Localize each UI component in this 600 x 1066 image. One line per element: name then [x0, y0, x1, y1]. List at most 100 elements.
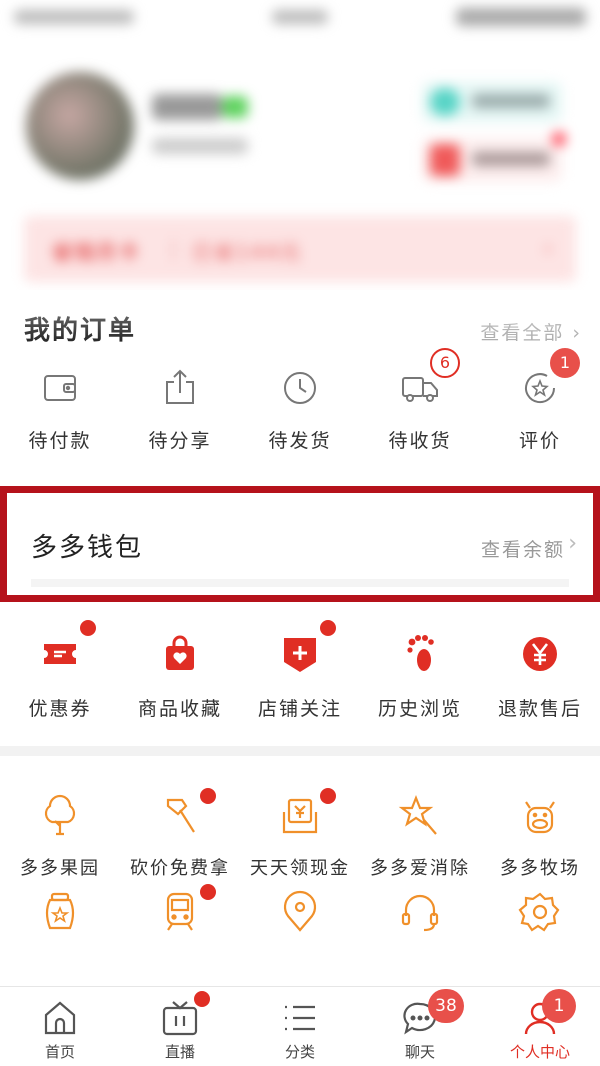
grid-item-train[interactable] [120, 866, 240, 976]
view-all-orders-link[interactable]: 查看全部 › [480, 318, 582, 345]
live-tv-icon [162, 1001, 198, 1036]
status-bar [0, 0, 600, 40]
tab-live[interactable]: 直播 [120, 987, 240, 1066]
badge-count: 1 [550, 348, 580, 378]
notification-dot [200, 788, 216, 804]
tab-label: 分类 [284, 1043, 315, 1061]
carrier-info [14, 10, 134, 24]
share-icon [166, 369, 194, 404]
order-review[interactable]: 评价 1 [480, 348, 600, 468]
grid-item-daily-cash[interactable]: 天天领现金 [240, 756, 360, 879]
notification-dot [320, 620, 336, 636]
month-card-banner[interactable]: 省钱月卡 | 已省144元 › [24, 216, 576, 282]
chevron-right-icon: › [568, 531, 577, 556]
tree-icon [44, 794, 76, 836]
tab-label: 聊天 [404, 1043, 435, 1061]
grid-item-orchard[interactable]: 多多果园 [0, 756, 120, 879]
order-pending-share[interactable]: 待分享 [120, 368, 240, 468]
avatar[interactable] [26, 72, 134, 180]
notification-dot [80, 620, 96, 636]
orders-title: 我的订单 [24, 316, 137, 346]
month-card-separator: | [170, 236, 179, 260]
favorites-bag-icon [166, 635, 194, 670]
store-follow-entry[interactable]: 店铺关注 [240, 616, 360, 736]
grid-item-bargain[interactable]: 砍价免费拿 [120, 756, 240, 879]
my-orders-section: 我的订单 查看全部 › 待付款 待分享 待发货 待收货 6 评价 1 [0, 290, 600, 486]
order-label: 待付款 [28, 430, 92, 452]
tab-chat[interactable]: 38 聊天 [360, 987, 480, 1066]
tab-label: 首页 [44, 1043, 75, 1061]
notification-dot [194, 991, 210, 1007]
user-badge [222, 96, 248, 118]
order-label: 待发货 [268, 430, 332, 452]
order-pending-shipment[interactable]: 待发货 [240, 368, 360, 468]
grid-item-location[interactable] [240, 866, 360, 976]
mini-program-grid: 多多果园 砍价免费拿 天天领现金 多多爱消除 多多牧场 [0, 756, 600, 986]
service-label: 优惠券 [28, 698, 92, 720]
grid-item-settings[interactable] [480, 866, 600, 976]
tab-label: 个人中心 [509, 1043, 570, 1061]
duoduo-wallet-row[interactable]: 多多钱包 查看余额 › [0, 486, 600, 602]
blurred-profile-area: 省钱月卡 | 已省144元 › [0, 0, 600, 290]
bottom-tab-bar: 首页 直播 分类 38 聊天 1 个人中心 [0, 986, 600, 1066]
notification-dot [320, 788, 336, 804]
coupon-entry[interactable]: 优惠券 [0, 616, 120, 736]
refund-yen-icon [523, 637, 557, 671]
order-pending-receipt[interactable]: 待收货 6 [360, 348, 480, 468]
star-wand-icon [398, 795, 437, 835]
shortcut-2-icon [430, 144, 460, 176]
header-shortcut-2[interactable] [422, 132, 566, 182]
cow-icon [525, 801, 555, 834]
notification-dot [200, 884, 216, 900]
service-label: 店铺关注 [257, 698, 342, 720]
tab-category[interactable]: 分类 [240, 987, 360, 1066]
headset-icon [401, 894, 439, 932]
order-label: 待分享 [148, 430, 212, 452]
coupon-icon [44, 644, 76, 664]
store-follow-icon [284, 638, 316, 672]
category-list-icon [285, 1005, 315, 1031]
battery-status [456, 8, 586, 26]
badge-count: 38 [428, 989, 464, 1023]
profile-header: 省钱月卡 | 已省144元 › [0, 0, 600, 290]
grid-item-ranch[interactable]: 多多牧场 [480, 756, 600, 879]
honey-jar-icon [45, 892, 75, 930]
clock [272, 10, 328, 24]
services-row: 优惠券 商品收藏 店铺关注 历史浏览 退款售后 [0, 602, 600, 746]
history-entry[interactable]: 历史浏览 [360, 616, 480, 736]
grid-item-eliminate[interactable]: 多多爱消除 [360, 756, 480, 879]
favorites-entry[interactable]: 商品收藏 [120, 616, 240, 736]
tab-profile[interactable]: 1 个人中心 [480, 987, 600, 1066]
service-label: 商品收藏 [137, 698, 222, 720]
wallet-icon [44, 375, 76, 401]
grid-item-support[interactable] [360, 866, 480, 976]
tab-label: 直播 [164, 1043, 195, 1061]
cash-envelope-icon [282, 798, 318, 834]
chevron-right-icon: › [544, 236, 554, 260]
shortcut-1-icon [430, 88, 460, 116]
month-card-title: 省钱月卡 [52, 240, 140, 264]
view-balance-link[interactable]: 查看余额 [481, 535, 565, 562]
month-card-saved: 已省144元 [192, 240, 303, 264]
home-icon [44, 1001, 76, 1035]
badge-count: 6 [430, 348, 460, 378]
order-label: 评价 [518, 430, 561, 452]
settings-gear-icon [518, 892, 560, 932]
header-shortcut-1[interactable] [422, 82, 562, 122]
grid-item-honey[interactable] [0, 866, 120, 976]
wallet-title: 多多钱包 [31, 533, 144, 563]
badge-count: 1 [542, 989, 576, 1023]
order-pending-payment[interactable]: 待付款 [0, 368, 120, 468]
shortcut-2-dot [552, 132, 566, 146]
location-pin-icon [283, 890, 317, 932]
service-label: 退款售后 [497, 698, 582, 720]
footprint-icon [407, 635, 434, 671]
user-subtitle [152, 138, 248, 154]
order-label: 待收货 [388, 430, 452, 452]
tab-home[interactable]: 首页 [0, 987, 120, 1066]
clock-icon [284, 372, 316, 404]
train-icon [166, 892, 194, 931]
axe-icon [166, 798, 195, 833]
username [152, 94, 222, 120]
refund-entry[interactable]: 退款售后 [480, 616, 600, 736]
